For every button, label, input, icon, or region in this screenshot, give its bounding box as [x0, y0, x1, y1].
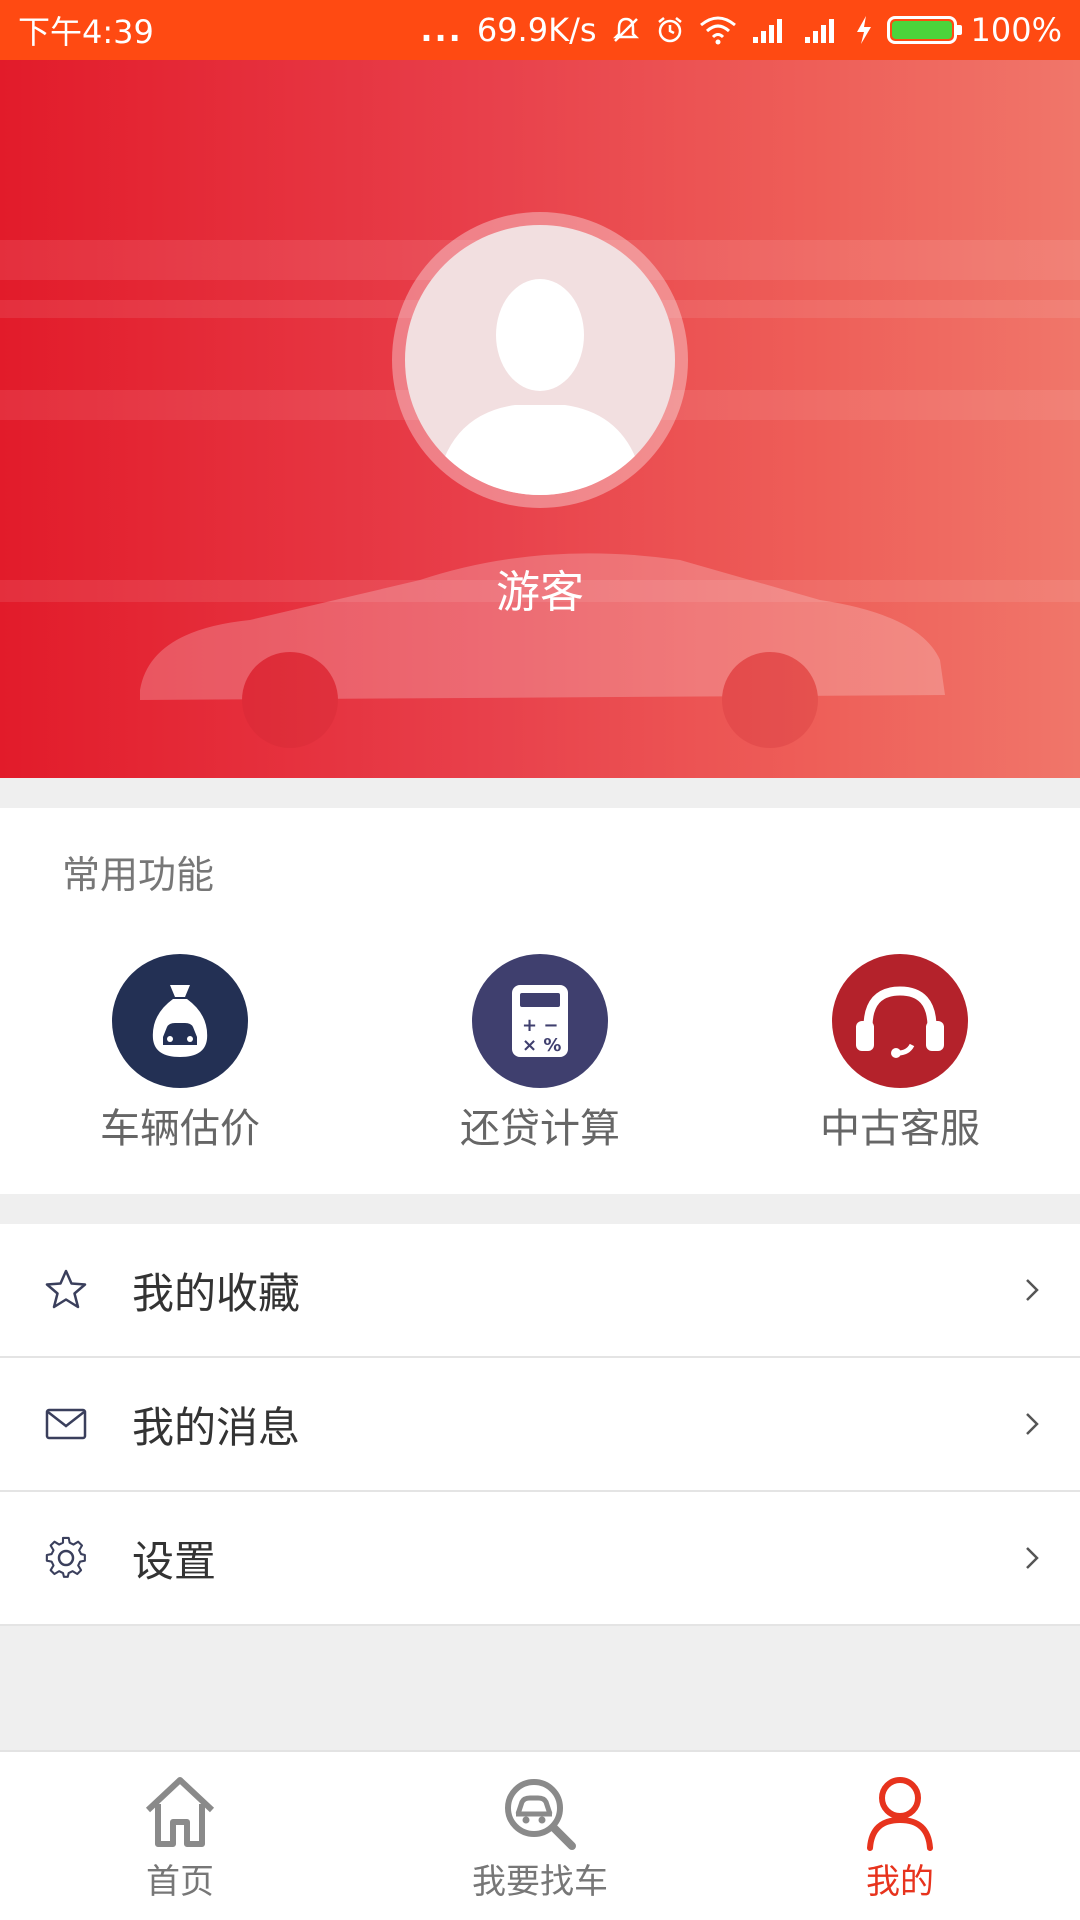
common-functions-section: 常用功能 车辆估价 + − × % 还贷计算 中古客服 [0, 808, 1080, 1194]
menu-list: 我的收藏 我的消息 设置 [0, 1224, 1080, 1626]
profile-header: 游客 [0, 60, 1080, 778]
nav-label: 我要找车 [472, 1862, 608, 1902]
signal-icon [751, 15, 789, 45]
status-dots: ... [420, 11, 463, 49]
notification-muted-icon [611, 15, 641, 45]
username: 游客 [496, 567, 584, 618]
network-speed: 69.9K/s [476, 11, 597, 49]
calculator-icon: + − × % [472, 954, 608, 1088]
signal-icon [803, 15, 841, 45]
nav-mine[interactable]: 我的 [750, 1772, 1050, 1912]
menu-item-label: 设置 [132, 1536, 217, 1586]
function-label: 还贷计算 [460, 1106, 620, 1152]
screen: 下午4:39 ... 69.9K/s 100% 游客 常用功能 车辆估价 + −… [0, 0, 1080, 1920]
menu-item-label: 我的消息 [132, 1402, 301, 1452]
alarm-icon [655, 15, 685, 45]
section-title: 常用功能 [62, 853, 215, 897]
menu-item-settings[interactable]: 设置 [0, 1492, 1080, 1626]
chevron-right-icon [1026, 1547, 1039, 1569]
nav-home[interactable]: 首页 [30, 1772, 330, 1912]
battery-fill [891, 21, 952, 39]
mail-icon [45, 1408, 87, 1440]
status-right: ... 69.9K/s 100% [420, 11, 1062, 49]
status-bar: 下午4:39 ... 69.9K/s 100% [0, 0, 1080, 60]
charging-icon [855, 15, 873, 45]
gear-icon [45, 1536, 86, 1578]
menu-item-messages[interactable]: 我的消息 [0, 1358, 1080, 1492]
default-avatar-icon [405, 225, 675, 495]
headset-icon [832, 954, 968, 1088]
car-silhouette [140, 553, 945, 748]
chevron-right-icon [1026, 1279, 1039, 1301]
chevron-right-icon [1026, 1413, 1039, 1435]
menu-item-favorites[interactable]: 我的收藏 [0, 1224, 1080, 1358]
battery-icon [886, 16, 962, 44]
battery-percent: 100% [970, 11, 1062, 49]
svg-text:+ −: + − [522, 1015, 558, 1036]
function-label: 中古客服 [820, 1106, 980, 1152]
function-loan-calculator[interactable]: + − × % 还贷计算 [390, 954, 690, 1154]
money-bag-car-icon [112, 954, 248, 1088]
function-customer-service[interactable]: 中古客服 [750, 954, 1050, 1154]
avatar[interactable] [392, 212, 688, 508]
car-search-icon [505, 1779, 576, 1850]
nav-label: 我的 [866, 1862, 934, 1902]
home-icon [145, 1777, 215, 1847]
user-icon [867, 1777, 933, 1851]
nav-label: 首页 [146, 1862, 214, 1902]
function-label: 车辆估价 [100, 1106, 260, 1152]
wifi-icon [699, 15, 737, 45]
menu-item-label: 我的收藏 [132, 1268, 301, 1318]
bottom-nav: 首页 我要找车 我的 [0, 1750, 1080, 1920]
function-vehicle-valuation[interactable]: 车辆估价 [30, 954, 330, 1154]
svg-text:× %: × % [522, 1035, 561, 1056]
star-icon [45, 1269, 87, 1309]
status-time: 下午4:39 [18, 13, 154, 51]
nav-find-car[interactable]: 我要找车 [390, 1772, 690, 1912]
